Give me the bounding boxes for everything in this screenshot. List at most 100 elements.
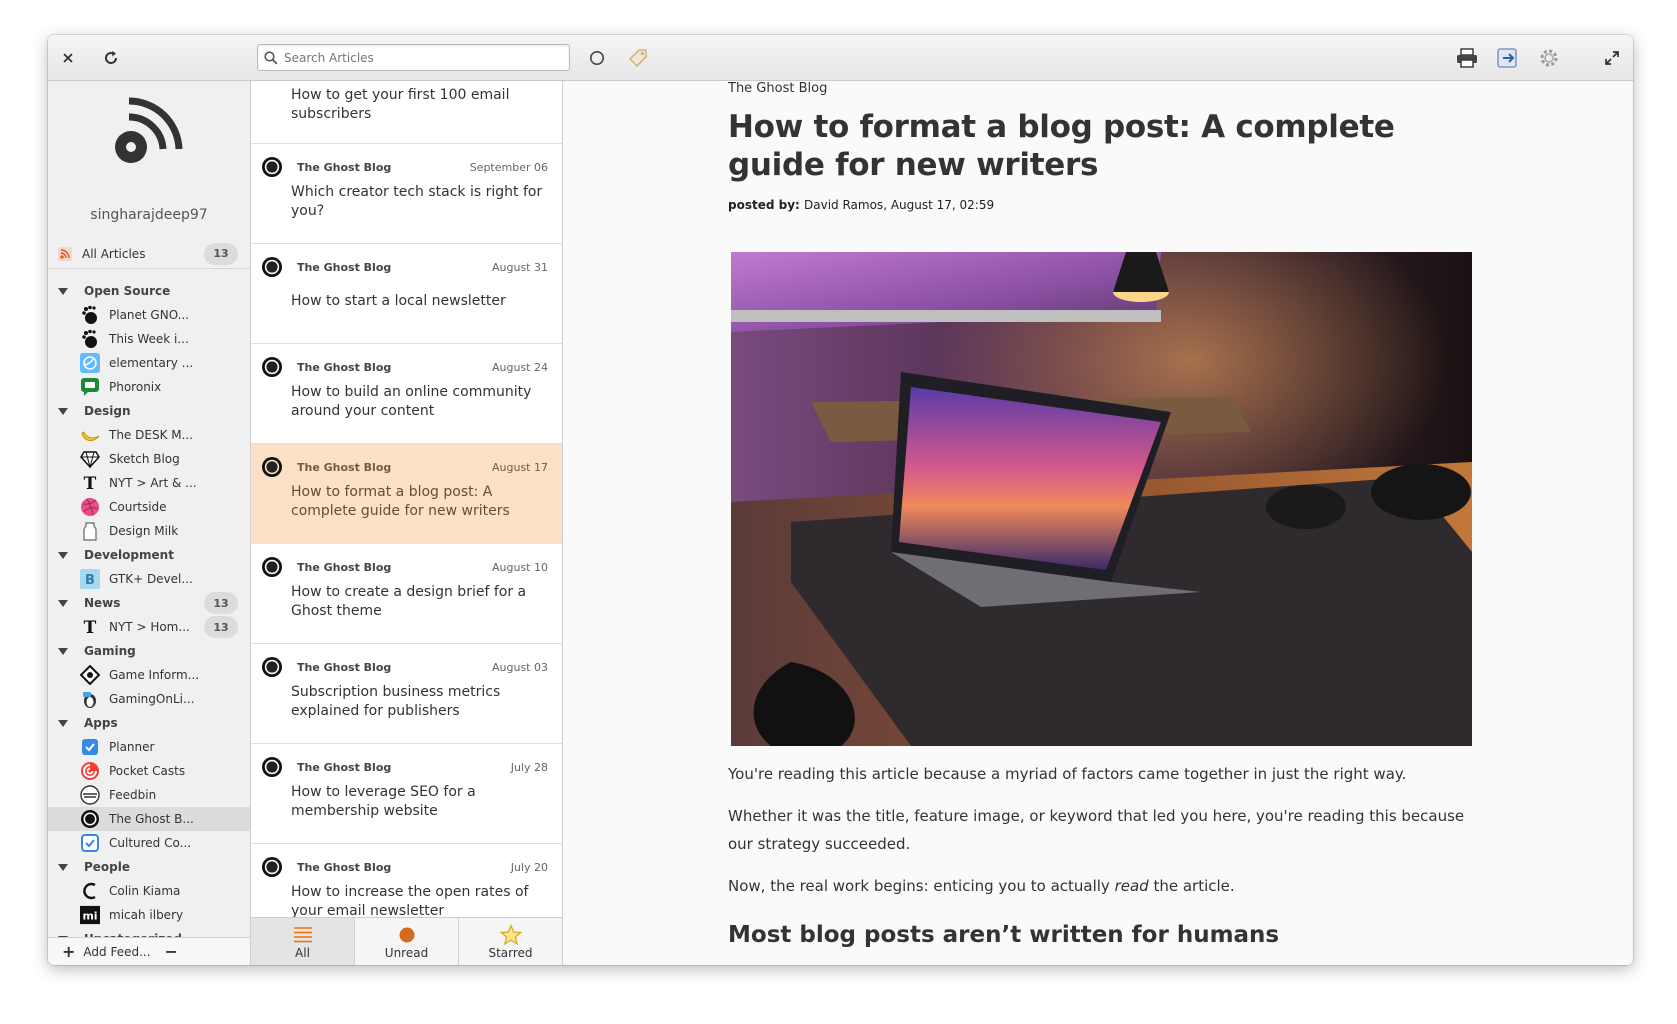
search-input[interactable]: [284, 50, 554, 65]
game-informer-icon: [80, 665, 100, 685]
search-icon: [264, 50, 278, 64]
expander-icon: [58, 863, 68, 871]
feed-elementary[interactable]: elementary ...: [48, 351, 250, 375]
category-design[interactable]: Design: [48, 399, 250, 423]
list-item[interactable]: The Ghost Blog August 31 How to start a …: [251, 244, 562, 344]
category-apps[interactable]: Apps: [48, 711, 250, 735]
feed-colin-kiama[interactable]: Colin Kiama: [48, 879, 250, 903]
add-feed-button[interactable]: +: [62, 942, 75, 961]
feed-gtk-devel[interactable]: B GTK+ Devel...: [48, 567, 250, 591]
list-item[interactable]: The Ghost Blog September 06 Which creato…: [251, 144, 562, 244]
rss-logo-icon: [115, 97, 183, 163]
feed-phoronix[interactable]: Phoronix: [48, 375, 250, 399]
article-source: The Ghost Blog: [297, 361, 392, 374]
feed-gamingonlinux[interactable]: GamingOnLi...: [48, 687, 250, 711]
feed-pocket-casts[interactable]: Pocket Casts: [48, 759, 250, 783]
category-label: News: [84, 596, 121, 610]
share-button[interactable]: [1493, 43, 1523, 73]
category-gaming[interactable]: Gaming: [48, 639, 250, 663]
feed-sketch-blog[interactable]: Sketch Blog: [48, 447, 250, 471]
feed-label: Design Milk: [109, 524, 179, 538]
add-feed-label[interactable]: Add Feed...: [83, 945, 150, 959]
article-title: How to get your first 100 email subscrib…: [291, 87, 510, 122]
feed-count-badge: 13: [204, 616, 238, 638]
feed-label: Game Inform...: [109, 668, 200, 682]
article-source: The Ghost Blog: [297, 161, 392, 174]
feed-planner[interactable]: Planner: [48, 735, 250, 759]
remove-feed-button[interactable]: −: [165, 942, 178, 961]
feed-label: Planner: [109, 740, 155, 754]
ghost-icon: [262, 557, 282, 577]
feed-the-ghost-blog[interactable]: The Ghost B...: [48, 807, 250, 831]
svg-text:B: B: [85, 573, 95, 588]
print-button[interactable]: [1452, 43, 1482, 73]
blogger-icon: B: [80, 569, 100, 589]
feed-label: Colin Kiama: [109, 884, 181, 898]
all-articles-label: All Articles: [82, 246, 146, 261]
article-date: August 17: [492, 461, 548, 474]
list-item[interactable]: The Ghost Blog August 03 Subscription bu…: [251, 644, 562, 744]
svg-text:T: T: [84, 618, 97, 637]
feed-nyt-home[interactable]: T NYT > Hom... 13: [48, 615, 250, 639]
tab-starred-label: Starred: [488, 945, 533, 960]
feed-cultured-code[interactable]: Cultured Co...: [48, 831, 250, 855]
category-open-source[interactable]: Open Source: [48, 279, 250, 303]
feed-game-informer[interactable]: Game Inform...: [48, 663, 250, 687]
svg-text:T: T: [84, 474, 97, 493]
gnome-foot-icon: [80, 329, 100, 349]
expander-icon: [58, 719, 68, 727]
tag-button[interactable]: [623, 43, 653, 73]
article-source: The Ghost Blog: [297, 861, 392, 874]
list-item[interactable]: How to get your first 100 email subscrib…: [251, 81, 562, 144]
tab-all[interactable]: All: [251, 918, 355, 965]
close-icon: [63, 53, 73, 63]
feedbin-icon: [80, 785, 100, 805]
svg-text:mi: mi: [82, 910, 97, 923]
list-icon: [293, 926, 312, 942]
search-box[interactable]: [257, 44, 570, 71]
list-item[interactable]: The Ghost Blog August 24 How to build an…: [251, 344, 562, 444]
list-item-selected[interactable]: The Ghost Blog August 17 How to format a…: [251, 444, 562, 544]
feed-label: NYT > Art & ...: [109, 476, 197, 490]
article-heading: How to format a blog post: A complete gu…: [728, 109, 1395, 183]
feed-micah-ilbery[interactable]: mi micah ilbery: [48, 903, 250, 927]
banana-icon: [80, 425, 100, 445]
sidebar: singharajdeep97 All Articles 13 Open Sou…: [48, 81, 251, 965]
rss-icon: [58, 246, 72, 261]
article-date: July 20: [510, 861, 548, 874]
sidebar-footer: + Add Feed... −: [48, 937, 250, 965]
printer-icon: [1457, 48, 1477, 68]
circle-icon: [590, 51, 604, 65]
category-development[interactable]: Development: [48, 543, 250, 567]
pocket-casts-icon: [80, 761, 100, 781]
feed-planet-gnome[interactable]: Planet GNO...: [48, 303, 250, 327]
article-title: Which creator tech stack is right for yo…: [291, 184, 543, 219]
expander-icon: [58, 647, 68, 655]
article-date: July 28: [510, 761, 548, 774]
feed-label: NYT > Hom...: [109, 620, 190, 634]
tab-starred[interactable]: Starred: [459, 918, 562, 965]
category-label: People: [84, 860, 131, 874]
category-people[interactable]: People: [48, 855, 250, 879]
feed-the-desk[interactable]: The DESK M...: [48, 423, 250, 447]
feed-courtside[interactable]: Courtside: [48, 495, 250, 519]
close-button[interactable]: [53, 43, 83, 73]
feed-design-milk[interactable]: Design Milk: [48, 519, 250, 543]
article-date: September 06: [469, 161, 548, 174]
feed-feedbin[interactable]: Feedbin: [48, 783, 250, 807]
nyt-icon: T: [80, 473, 100, 493]
list-item[interactable]: The Ghost Blog August 10 How to create a…: [251, 544, 562, 644]
p3-text-before: Now, the real work begins: enticing you …: [728, 877, 1115, 895]
settings-button[interactable]: [1534, 43, 1564, 73]
article-date: August 10: [492, 561, 548, 574]
category-news[interactable]: News 13: [48, 591, 250, 615]
sidebar-item-all-articles[interactable]: All Articles 13: [48, 239, 250, 269]
feed-label: Feedbin: [109, 788, 157, 802]
list-item[interactable]: The Ghost Blog July 28 How to leverage S…: [251, 744, 562, 844]
mark-read-button[interactable]: [582, 43, 612, 73]
feed-nyt-art[interactable]: T NYT > Art & ...: [48, 471, 250, 495]
feed-this-week[interactable]: This Week i...: [48, 327, 250, 351]
refresh-button[interactable]: [96, 43, 126, 73]
fullscreen-button[interactable]: [1597, 43, 1627, 73]
tab-unread[interactable]: Unread: [355, 918, 459, 965]
